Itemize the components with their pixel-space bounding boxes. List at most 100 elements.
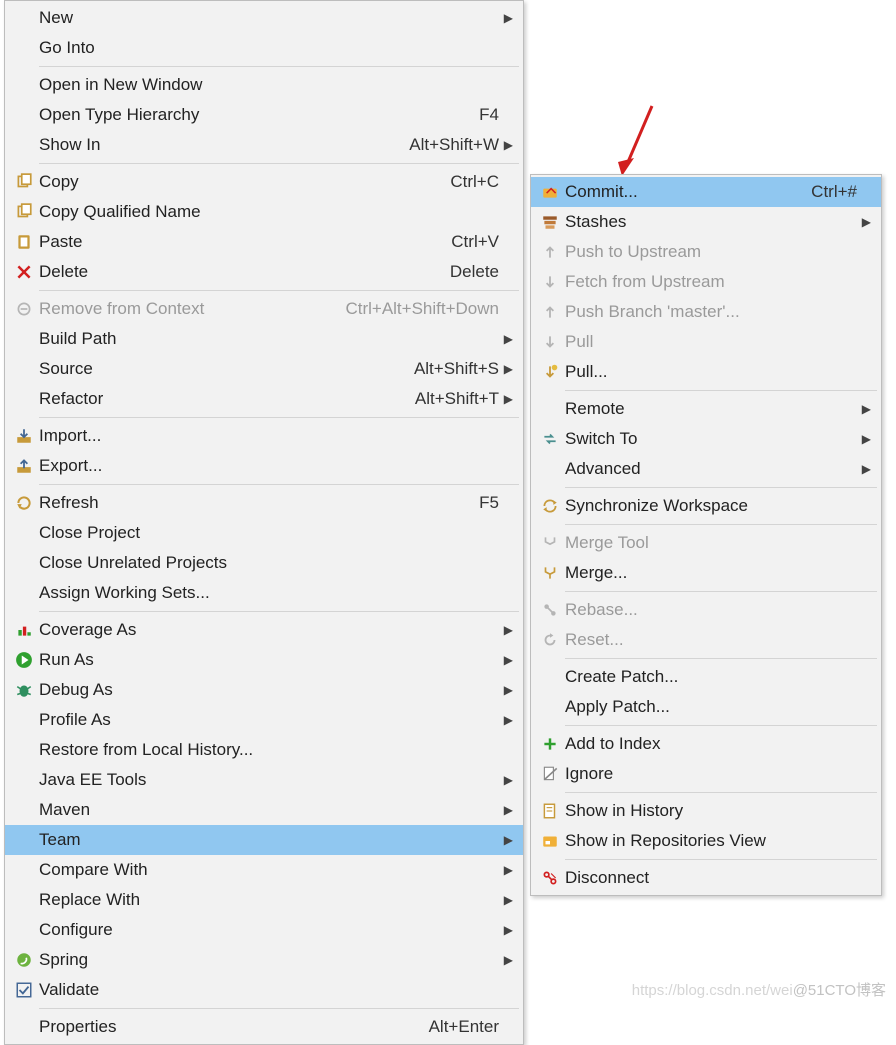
menu-label: Create Patch... [565,667,857,687]
shortcut: F4 [479,105,499,125]
submenu-create-patch[interactable]: Create Patch... [531,662,881,692]
import-icon [9,427,39,445]
menu-label: Configure [39,920,499,940]
menu-label: Stashes [565,212,857,232]
menu-go-into[interactable]: Go Into [5,33,523,63]
annotation-arrow [618,102,658,178]
menu-label: Push to Upstream [565,242,857,262]
menu-remove-from-context: Remove from Context Ctrl+Alt+Shift+Down [5,294,523,324]
menu-label: Copy Qualified Name [39,202,499,222]
menu-open-type-hierarchy[interactable]: Open Type Hierarchy F4 [5,100,523,130]
menu-label: Show in History [565,801,857,821]
submenu-switch-to[interactable]: Switch To ▶ [531,424,881,454]
submenu-arrow-icon: ▶ [499,623,513,637]
menu-label: New [39,8,499,28]
submenu-fetch-upstream: Fetch from Upstream [531,267,881,297]
submenu-remote[interactable]: Remote ▶ [531,394,881,424]
submenu-arrow-icon: ▶ [857,432,871,446]
menu-close-project[interactable]: Close Project [5,518,523,548]
refresh-icon [9,494,39,512]
menu-run-as[interactable]: Run As ▶ [5,645,523,675]
watermark: https://blog.csdn.net/wei@51CTO博客 [632,979,886,1000]
menu-refresh[interactable]: Refresh F5 [5,488,523,518]
submenu-add-to-index[interactable]: Add to Index [531,729,881,759]
menu-label: Validate [39,980,499,1000]
menu-label: Delete [39,262,442,282]
submenu-disconnect[interactable]: Disconnect [531,863,881,893]
menu-delete[interactable]: Delete Delete [5,257,523,287]
menu-show-in[interactable]: Show In Alt+Shift+W ▶ [5,130,523,160]
context-menu-main: New ▶ Go Into Open in New Window Open Ty… [4,0,524,1045]
menu-properties[interactable]: Properties Alt+Enter [5,1012,523,1042]
menu-spring[interactable]: Spring ▶ [5,945,523,975]
menu-label: Refresh [39,493,471,513]
menu-label: Open in New Window [39,75,499,95]
submenu-merge[interactable]: Merge... [531,558,881,588]
sync-workspace-icon [535,497,565,515]
submenu-commit[interactable]: Commit... Ctrl+# [531,177,881,207]
submenu-arrow-icon: ▶ [857,402,871,416]
submenu-arrow-icon: ▶ [499,332,513,346]
menu-label: Fetch from Upstream [565,272,857,292]
menu-refactor[interactable]: Refactor Alt+Shift+T ▶ [5,384,523,414]
separator [565,524,877,525]
menu-open-new-window[interactable]: Open in New Window [5,70,523,100]
menu-source[interactable]: Source Alt+Shift+S ▶ [5,354,523,384]
submenu-merge-tool: Merge Tool [531,528,881,558]
menu-maven[interactable]: Maven ▶ [5,795,523,825]
submenu-arrow-icon: ▶ [499,138,513,152]
coverage-icon [9,621,39,639]
menu-paste[interactable]: Paste Ctrl+V [5,227,523,257]
menu-label: Assign Working Sets... [39,583,499,603]
separator [39,611,519,612]
separator [39,417,519,418]
menu-export[interactable]: Export... [5,451,523,481]
submenu-advanced[interactable]: Advanced ▶ [531,454,881,484]
stashes-icon [535,213,565,231]
menu-label: Properties [39,1017,421,1037]
submenu-show-in-repositories[interactable]: Show in Repositories View [531,826,881,856]
menu-restore-local-history[interactable]: Restore from Local History... [5,735,523,765]
separator [565,591,877,592]
menu-label: Replace With [39,890,499,910]
switch-to-icon [535,430,565,448]
menu-label: Restore from Local History... [39,740,499,760]
shortcut: F5 [479,493,499,513]
menu-label: Pull [565,332,857,352]
submenu-pull-dialog[interactable]: Pull... [531,357,881,387]
validate-icon [9,981,39,999]
rebase-icon [535,601,565,619]
menu-profile-as[interactable]: Profile As ▶ [5,705,523,735]
pull-icon-2 [535,363,565,381]
menu-copy[interactable]: Copy Ctrl+C [5,167,523,197]
menu-configure[interactable]: Configure ▶ [5,915,523,945]
menu-label: Merge... [565,563,857,583]
submenu-arrow-icon: ▶ [499,803,513,817]
submenu-arrow-icon: ▶ [499,683,513,697]
menu-close-unrelated-projects[interactable]: Close Unrelated Projects [5,548,523,578]
menu-label: Export... [39,456,499,476]
separator [565,390,877,391]
menu-debug-as[interactable]: Debug As ▶ [5,675,523,705]
menu-label: Rebase... [565,600,857,620]
push-icon [535,243,565,261]
submenu-synchronize-workspace[interactable]: Synchronize Workspace [531,491,881,521]
add-index-icon [535,735,565,753]
menu-assign-working-sets[interactable]: Assign Working Sets... [5,578,523,608]
submenu-apply-patch[interactable]: Apply Patch... [531,692,881,722]
menu-validate[interactable]: Validate [5,975,523,1005]
menu-java-ee-tools[interactable]: Java EE Tools ▶ [5,765,523,795]
menu-coverage-as[interactable]: Coverage As ▶ [5,615,523,645]
menu-build-path[interactable]: Build Path ▶ [5,324,523,354]
submenu-ignore[interactable]: Ignore [531,759,881,789]
menu-replace-with[interactable]: Replace With ▶ [5,885,523,915]
submenu-show-in-history[interactable]: Show in History [531,796,881,826]
submenu-stashes[interactable]: Stashes ▶ [531,207,881,237]
menu-new[interactable]: New ▶ [5,3,523,33]
menu-copy-qualified-name[interactable]: Copy Qualified Name [5,197,523,227]
menu-import[interactable]: Import... [5,421,523,451]
submenu-arrow-icon: ▶ [499,953,513,967]
menu-team[interactable]: Team ▶ [5,825,523,855]
history-icon [535,802,565,820]
menu-compare-with[interactable]: Compare With ▶ [5,855,523,885]
